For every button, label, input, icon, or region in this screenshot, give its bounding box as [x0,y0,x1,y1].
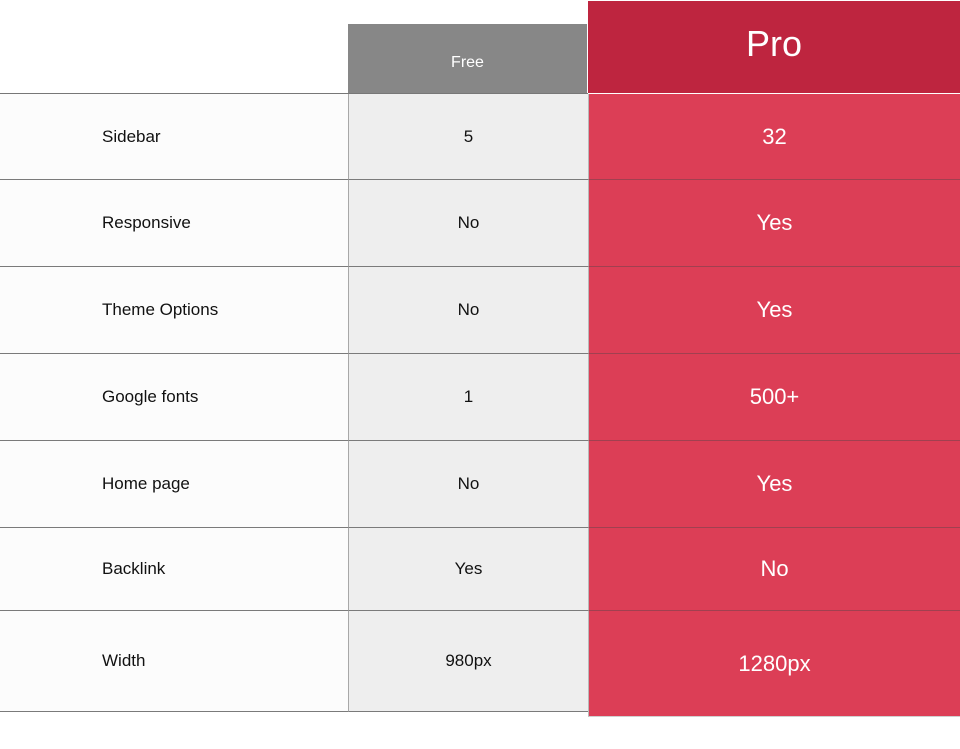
feature-label: Width [102,651,146,670]
table-row: Sidebar 5 32 [0,94,960,180]
feature-label: Backlink [102,559,166,578]
feature-rows: Sidebar 5 32 Responsive No Yes Theme Opt… [0,94,960,717]
table-row: Width 980px 1280px [0,611,960,717]
free-value-cell: 5 [348,94,588,180]
free-value-cell: 1 [348,354,588,441]
feature-cell: Theme Options [0,267,348,354]
free-value: 1 [463,387,474,406]
free-plan-label: Free [451,53,484,71]
pro-value: 32 [762,123,787,149]
free-value: No [457,300,480,319]
pro-value-cell: Yes [588,180,960,267]
pro-value: 1280px [738,650,811,676]
free-value-cell: No [348,180,588,267]
table-row: Theme Options No Yes [0,267,960,354]
free-plan-header: Free [348,24,587,93]
pro-value-cell: 500+ [588,354,960,441]
free-value-cell: No [348,441,588,528]
free-value: No [457,213,480,232]
pro-value: Yes [756,471,793,496]
free-value-cell: No [348,267,588,354]
feature-cell: Width [0,611,348,712]
feature-label: Responsive [102,213,191,232]
feature-label: Theme Options [102,300,219,319]
free-value-cell: Yes [348,528,588,611]
feature-cell: Sidebar [0,94,348,180]
pro-value-cell: No [588,528,960,611]
free-value-cell: 980px [348,611,588,712]
table-row: Responsive No Yes [0,180,960,267]
free-value: Yes [454,559,483,578]
pro-value-cell: Yes [588,267,960,354]
pro-value-cell: 32 [588,94,960,180]
pricing-comparison-table: Free Pro Sidebar 5 32 Responsive No Yes … [0,0,960,749]
table-row: Google fonts 1 500+ [0,354,960,441]
pro-plan-label: Pro [745,23,803,64]
table-row: Backlink Yes No [0,528,960,611]
table-row: Home page No Yes [0,441,960,528]
feature-label: Google fonts [102,387,199,406]
pro-value: Yes [756,210,793,235]
pro-value-cell: Yes [588,441,960,528]
free-value: 980px [445,651,492,670]
feature-label: Home page [102,474,190,493]
free-value: No [457,474,480,493]
feature-cell: Google fonts [0,354,348,441]
feature-cell: Home page [0,441,348,528]
feature-cell: Backlink [0,528,348,611]
pro-value-cell: 1280px [588,611,960,717]
pro-plan-header: Pro [588,1,960,93]
free-value: 5 [463,126,474,146]
pro-value: No [760,556,789,581]
feature-cell: Responsive [0,180,348,267]
feature-label: Sidebar [102,126,161,146]
pro-value: 500+ [749,384,800,409]
pro-value: Yes [756,297,793,322]
